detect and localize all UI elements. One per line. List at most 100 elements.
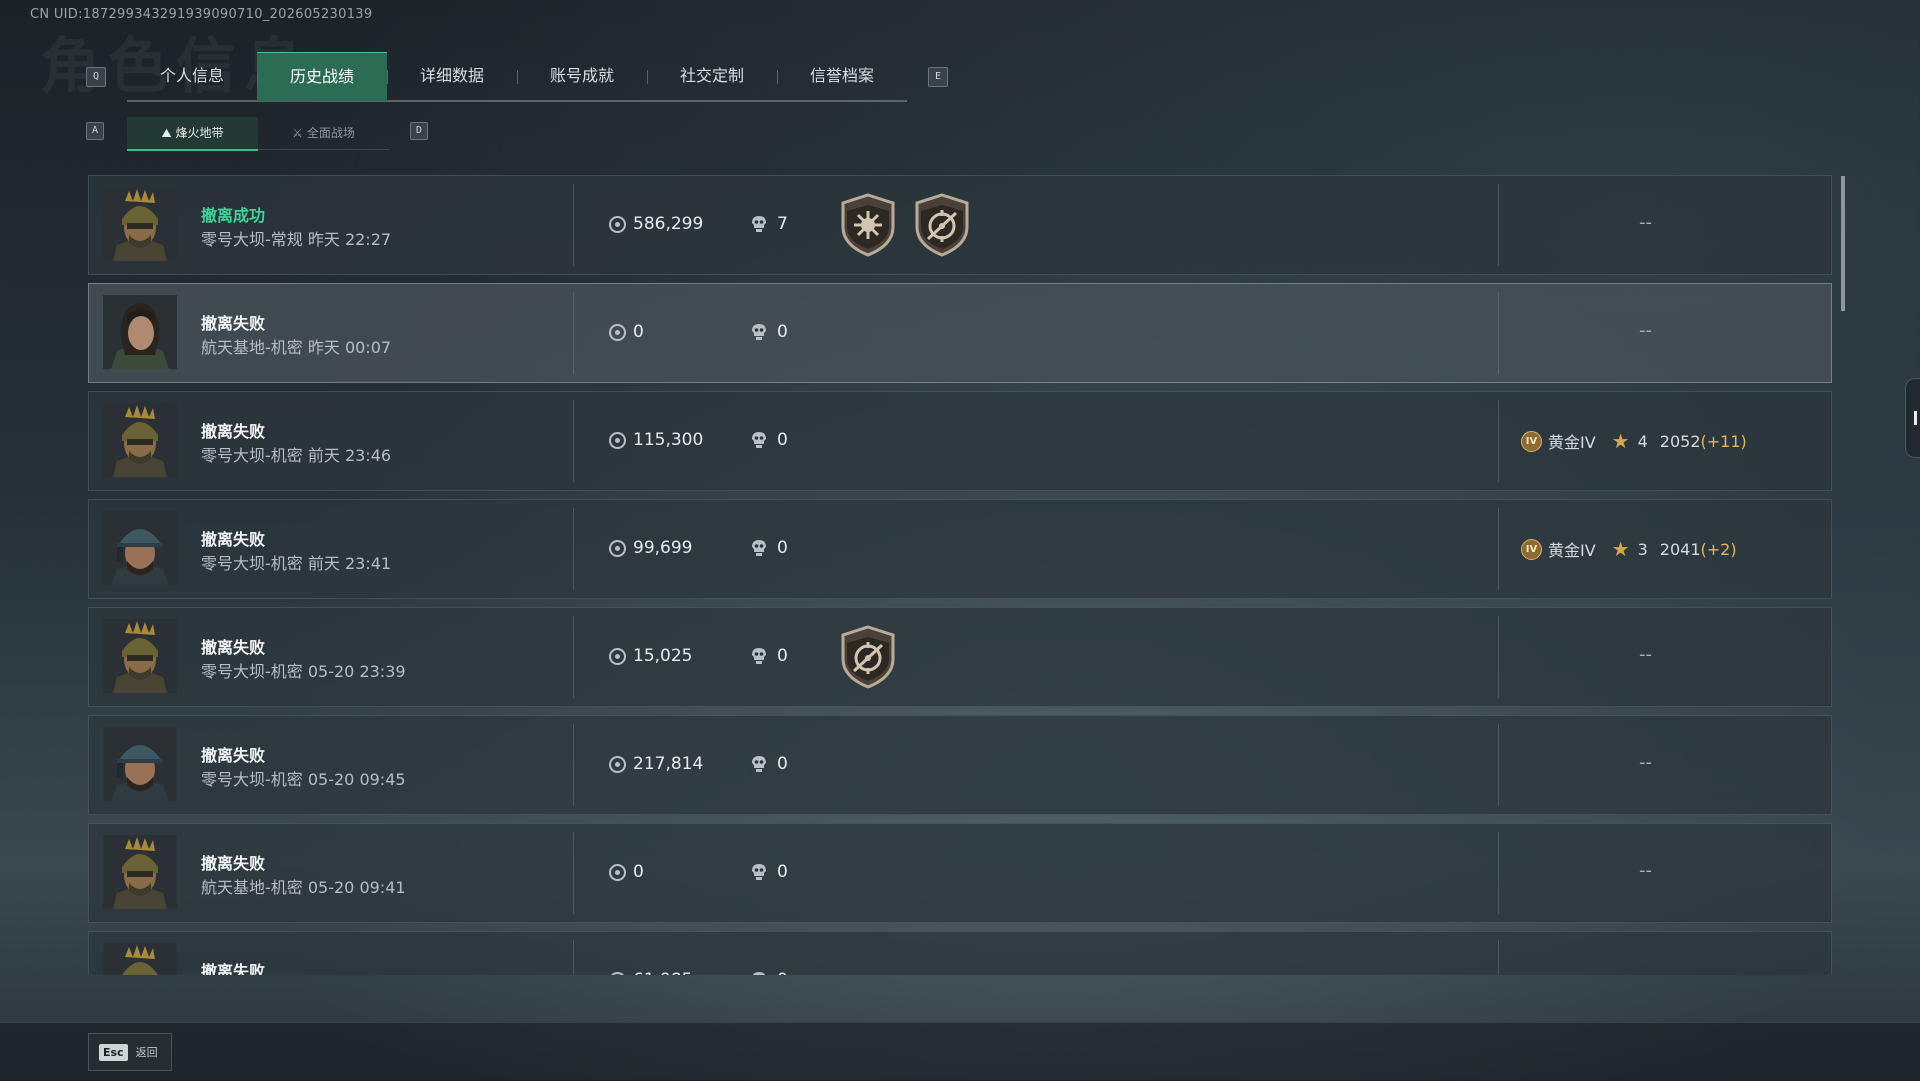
match-history-list: 撤离成功 零号大坝-常规 昨天 22:27 586,299 7 -- 撤离失败 航天基地-机… — [88, 175, 1832, 975]
match-row[interactable]: 撤离失败 零号大坝-机密 前天 23:41 99,699 0 IV 黄金IV ★ 3 … — [88, 499, 1832, 599]
coin-icon — [609, 215, 626, 233]
subtab-full-battlefield[interactable]: ⚔ 全面战场 — [258, 117, 389, 149]
map-and-time: 航天基地-机密 05-20 09:41 — [201, 878, 406, 897]
kill-count: 0 — [751, 862, 788, 882]
subtab-prev-key[interactable]: A — [86, 122, 104, 140]
operator-avatar — [103, 619, 177, 693]
divider — [1498, 616, 1499, 698]
loot-value-text: 0 — [633, 862, 644, 882]
divider — [573, 508, 574, 590]
coin-icon — [609, 755, 626, 773]
extraction-status: 撤离失败 — [201, 638, 266, 657]
rank-empty: -- — [1639, 212, 1652, 233]
rank-badge-icon: IV — [1521, 430, 1542, 452]
match-row[interactable]: 撤离失败零号大坝-机密 05-20 09:2061,9850-- — [88, 931, 1832, 975]
loot-value: 0 — [609, 322, 644, 342]
rank-empty: -- — [1639, 860, 1652, 881]
loot-value-text: 0 — [633, 322, 644, 342]
tab-achievements[interactable]: 账号成就 — [517, 52, 647, 100]
kill-count-text: 0 — [777, 538, 788, 558]
divider — [1498, 292, 1499, 374]
map-and-time: 零号大坝-机密 前天 23:46 — [201, 446, 392, 465]
divider — [573, 400, 574, 482]
operator-avatar — [103, 727, 177, 801]
match-row[interactable]: 撤离失败 零号大坝-机密 前天 23:46 115,300 0 IV 黄金IV ★ 4… — [88, 391, 1832, 491]
crosshair-medal-icon[interactable] — [913, 193, 971, 257]
subtab-next-key[interactable]: D — [410, 122, 428, 140]
rank-badge-icon: IV — [1521, 538, 1542, 560]
skull-icon — [752, 756, 766, 772]
list-scrollbar[interactable] — [1841, 176, 1845, 311]
rank-name: 黄金IV — [1548, 541, 1596, 560]
kill-count-text: 0 — [777, 322, 788, 342]
tab-detailed-data[interactable]: 详细数据 — [387, 52, 517, 100]
kill-count-text: 0 — [777, 970, 788, 975]
map-and-time: 零号大坝-机密 05-20 23:39 — [201, 662, 406, 681]
crosshair-medal-icon[interactable] — [839, 625, 897, 689]
loot-value-text: 15,025 — [633, 646, 693, 666]
kill-count: 0 — [751, 646, 788, 666]
rank-empty: -- — [1639, 968, 1652, 975]
extraction-status: 撤离失败 — [201, 422, 266, 441]
kill-count: 0 — [751, 322, 788, 342]
skull-icon — [752, 648, 766, 664]
divider — [573, 616, 574, 698]
match-row[interactable]: 撤离失败 零号大坝-机密 05-20 09:45 217,814 0 -- — [88, 715, 1832, 815]
tab-match-history[interactable]: 历史战绩 — [257, 52, 387, 101]
divider — [573, 184, 574, 266]
skull-icon — [752, 432, 766, 448]
rank-empty: -- — [1639, 752, 1652, 773]
back-button[interactable]: Esc 返回 — [88, 1033, 172, 1071]
tab-personal-info[interactable]: 个人信息 — [127, 52, 257, 100]
extraction-status: 撤离失败 — [201, 530, 266, 549]
tab-next-key[interactable]: E — [928, 67, 948, 87]
tab-prev-key[interactable]: Q — [86, 67, 106, 87]
coin-icon — [609, 863, 626, 881]
loot-value-text: 217,814 — [633, 754, 704, 774]
map-and-time: 航天基地-机密 昨天 00:07 — [201, 338, 392, 357]
divider — [1498, 832, 1499, 914]
coin-icon — [609, 971, 626, 975]
star-icon: ★ — [1611, 429, 1630, 453]
kill-count-text: 7 — [777, 214, 788, 234]
loot-value: 0 — [609, 862, 644, 882]
rank-empty: -- — [1639, 320, 1652, 341]
skull-icon — [752, 540, 766, 556]
loot-value-text: 586,299 — [633, 214, 704, 234]
kill-count: 0 — [751, 754, 788, 774]
divider — [573, 832, 574, 914]
loot-value: 99,699 — [609, 538, 692, 558]
loot-value: 586,299 — [609, 214, 703, 234]
sun-medal-icon[interactable] — [839, 193, 897, 257]
extraction-status: 撤离成功 — [201, 206, 266, 225]
kill-count: 0 — [751, 970, 788, 975]
coin-icon — [609, 323, 626, 341]
match-row[interactable]: 撤离失败 航天基地-机密 昨天 00:07 0 0 -- — [88, 283, 1832, 383]
divider — [1498, 940, 1499, 975]
rank-info: IV 黄金IV ★ 3 2041 (+2) — [1521, 537, 1737, 561]
battlefield-icon: ⚔ — [292, 126, 303, 140]
divider — [1498, 724, 1499, 806]
tab-social-custom[interactable]: 社交定制 — [647, 52, 777, 100]
loot-value-text: 61,985 — [633, 970, 692, 975]
operator-avatar — [103, 403, 177, 477]
loot-value: 15,025 — [609, 646, 692, 666]
match-row[interactable]: 撤离失败零号大坝-机密 05-20 23:39 15,025 0 -- — [88, 607, 1832, 707]
kill-count: 7 — [751, 214, 788, 234]
match-row[interactable]: 撤离失败 航天基地-机密 05-20 09:41 0 0 -- — [88, 823, 1832, 923]
operator-avatar — [103, 187, 177, 261]
divider — [573, 940, 574, 975]
match-row[interactable]: 撤离成功 零号大坝-常规 昨天 22:27 586,299 7 -- — [88, 175, 1832, 275]
subtab-hazard-zone[interactable]: ⛰ 烽火地带 — [127, 117, 258, 151]
kill-count: 0 — [751, 538, 788, 558]
rank-name: 黄金IV — [1548, 433, 1596, 452]
skull-icon — [752, 216, 766, 232]
loot-value: 115,300 — [609, 430, 703, 450]
star-icon: ★ — [1611, 537, 1630, 561]
side-panel-handle[interactable] — [1905, 378, 1920, 458]
rank-stars: 3 — [1637, 539, 1648, 559]
tab-reputation[interactable]: 信誉档案 — [777, 52, 907, 100]
subtab-label: 全面战场 — [306, 126, 355, 140]
rank-empty: -- — [1639, 644, 1652, 665]
rank-info: IV 黄金IV ★ 4 2052 (+11) — [1521, 429, 1747, 453]
